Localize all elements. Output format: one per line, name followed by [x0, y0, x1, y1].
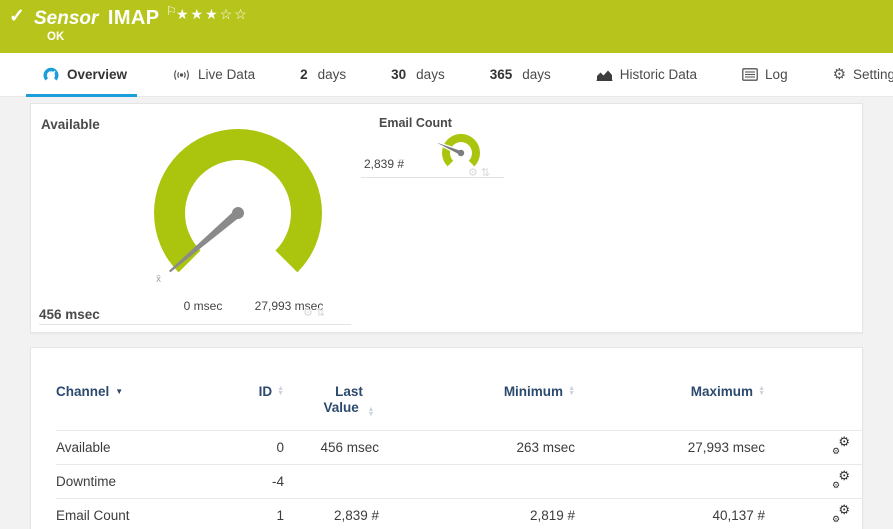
- column-label: ID: [258, 384, 273, 399]
- resize-icon[interactable]: ⇅: [316, 307, 328, 319]
- available-panel-divider: [39, 324, 351, 325]
- sensor-title: Sensor IMAP ⚐: [34, 4, 177, 30]
- column-header-minimum[interactable]: Minimum ▲ ▼: [379, 384, 575, 417]
- ok-check-icon: ✓: [9, 6, 25, 27]
- cell-last-value: 456 msec: [320, 440, 379, 455]
- tab-number: 30: [391, 67, 407, 82]
- tab-number: 365: [489, 67, 513, 82]
- tab-number: 2: [300, 67, 308, 82]
- channel-table-panel: Channel ▼ ID ▲ ▼ Last Value ▲ ▼ Minimum ▲ ▼ Maximu…: [30, 347, 863, 529]
- tab-365-days[interactable]: 365 days: [490, 53, 551, 97]
- cell-maximum: 27,993 msec: [687, 440, 765, 455]
- available-gauge-value: 456 msec: [39, 307, 100, 322]
- mean-marker: x̄: [156, 274, 161, 285]
- resize-icon[interactable]: ⇅: [481, 167, 493, 179]
- column-label: Maximum: [690, 384, 754, 399]
- tab-overview[interactable]: Overview: [25, 53, 138, 97]
- tab-2-days[interactable]: 2 days: [300, 53, 346, 97]
- gear-icon: ⚙: [832, 66, 847, 83]
- sensor-name: IMAP: [107, 7, 160, 29]
- area-chart-icon: [596, 70, 613, 81]
- cell-id: -4: [271, 474, 284, 489]
- sort-icon[interactable]: ▲ ▼: [277, 385, 284, 396]
- column-header-id[interactable]: ID ▲ ▼: [221, 384, 284, 417]
- tab-log[interactable]: Log: [742, 53, 788, 97]
- tab-label: days: [522, 67, 551, 82]
- channel-settings-icon[interactable]: ⚙ ⚙: [831, 434, 851, 456]
- channel-table: Channel ▼ ID ▲ ▼ Last Value ▲ ▼ Minimum ▲ ▼ Maximu…: [31, 348, 862, 529]
- cell-minimum: 263 msec: [516, 440, 575, 455]
- tab-live-data[interactable]: Live Data: [172, 53, 255, 97]
- sensor-status-header: ✓ Sensor IMAP ⚐ ★★★☆☆ OK: [0, 0, 893, 53]
- sort-icon[interactable]: ▲ ▼: [568, 385, 575, 396]
- gear-icon[interactable]: ⚙: [468, 167, 481, 179]
- cell-id: 1: [276, 508, 284, 523]
- broadcast-icon: [174, 69, 189, 80]
- tab-label: Log: [765, 67, 788, 82]
- table-row-downtime: Downtime -4 ⚙ ⚙: [56, 464, 862, 498]
- channel-settings-icon[interactable]: ⚙ ⚙: [831, 468, 851, 490]
- channel-settings-icon[interactable]: ⚙ ⚙: [831, 502, 851, 524]
- available-gauge-min-label: 0 msec: [183, 299, 223, 313]
- cell-maximum: 40,137 #: [712, 508, 765, 523]
- cell-actions: ⚙ ⚙: [765, 434, 862, 458]
- column-header-channel[interactable]: Channel ▼: [56, 384, 221, 417]
- overview-content: x̄ Available 0 msec 27,993 msec 456 msec…: [0, 97, 893, 529]
- tab-label: Settings: [853, 67, 893, 82]
- sort-icon[interactable]: ▲ ▼: [758, 385, 765, 396]
- column-label: Channel: [56, 384, 110, 399]
- gear-icon[interactable]: ⚙: [303, 307, 316, 319]
- sort-icon[interactable]: ▲ ▼: [368, 406, 375, 417]
- sensor-kind-label: Sensor: [34, 8, 99, 29]
- cell-id: 0: [276, 440, 284, 455]
- email-gauge-options[interactable]: ⚙⇅: [468, 166, 493, 179]
- tab-historic-data[interactable]: Historic Data: [596, 53, 697, 97]
- cell-channel[interactable]: Available: [56, 440, 221, 455]
- cell-channel[interactable]: Email Count: [56, 508, 221, 523]
- tab-label: Live Data: [198, 67, 256, 82]
- tab-label: Overview: [67, 67, 128, 82]
- tab-30-days[interactable]: 30 days: [391, 53, 445, 97]
- cell-channel[interactable]: Downtime: [56, 474, 221, 489]
- column-header-maximum[interactable]: Maximum ▲ ▼: [575, 384, 765, 417]
- available-gauge-title: Available: [41, 117, 100, 132]
- gauges-panel: x̄ Available 0 msec 27,993 msec 456 msec…: [30, 103, 863, 333]
- column-header-last-value[interactable]: Last Value ▲ ▼: [284, 384, 379, 417]
- status-badge: OK: [47, 31, 65, 43]
- cell-actions: ⚙ ⚙: [765, 502, 862, 526]
- tab-label: Historic Data: [619, 67, 698, 82]
- tab-bar: Overview Live Data 2 days 30 days 365 days Histo…: [0, 53, 893, 97]
- table-row-email-count: Email Count 1 2,839 # 2,819 # 40,137 # ⚙ ⚙: [56, 498, 862, 529]
- available-gauge-options[interactable]: ⚙⇅: [303, 306, 328, 319]
- table-row-available: Available 0 456 msec 263 msec 27,993 msec ⚙ ⚙: [56, 430, 862, 464]
- tab-label: days: [416, 67, 445, 82]
- column-label: Minimum: [503, 384, 564, 399]
- available-gauge-ring: [154, 129, 322, 273]
- gauges-graphic: x̄: [154, 129, 480, 285]
- cell-last-value: 2,839 #: [333, 508, 379, 523]
- cell-actions: ⚙ ⚙: [765, 468, 862, 492]
- log-icon: [742, 68, 758, 81]
- tab-settings[interactable]: ⚙ Settings: [833, 53, 893, 97]
- email-gauge-title: Email Count: [379, 116, 452, 130]
- cell-minimum: 2,819 #: [529, 508, 575, 523]
- priority-stars[interactable]: ★★★☆☆: [176, 6, 249, 23]
- email-gauge-value: 2,839 #: [364, 157, 405, 171]
- gauge-icon: [43, 67, 59, 81]
- table-header-row: Channel ▼ ID ▲ ▼ Last Value ▲ ▼ Minimum ▲ ▼ Maximu…: [56, 384, 862, 430]
- sort-desc-icon: ▼: [115, 387, 124, 396]
- tab-label: days: [317, 67, 347, 82]
